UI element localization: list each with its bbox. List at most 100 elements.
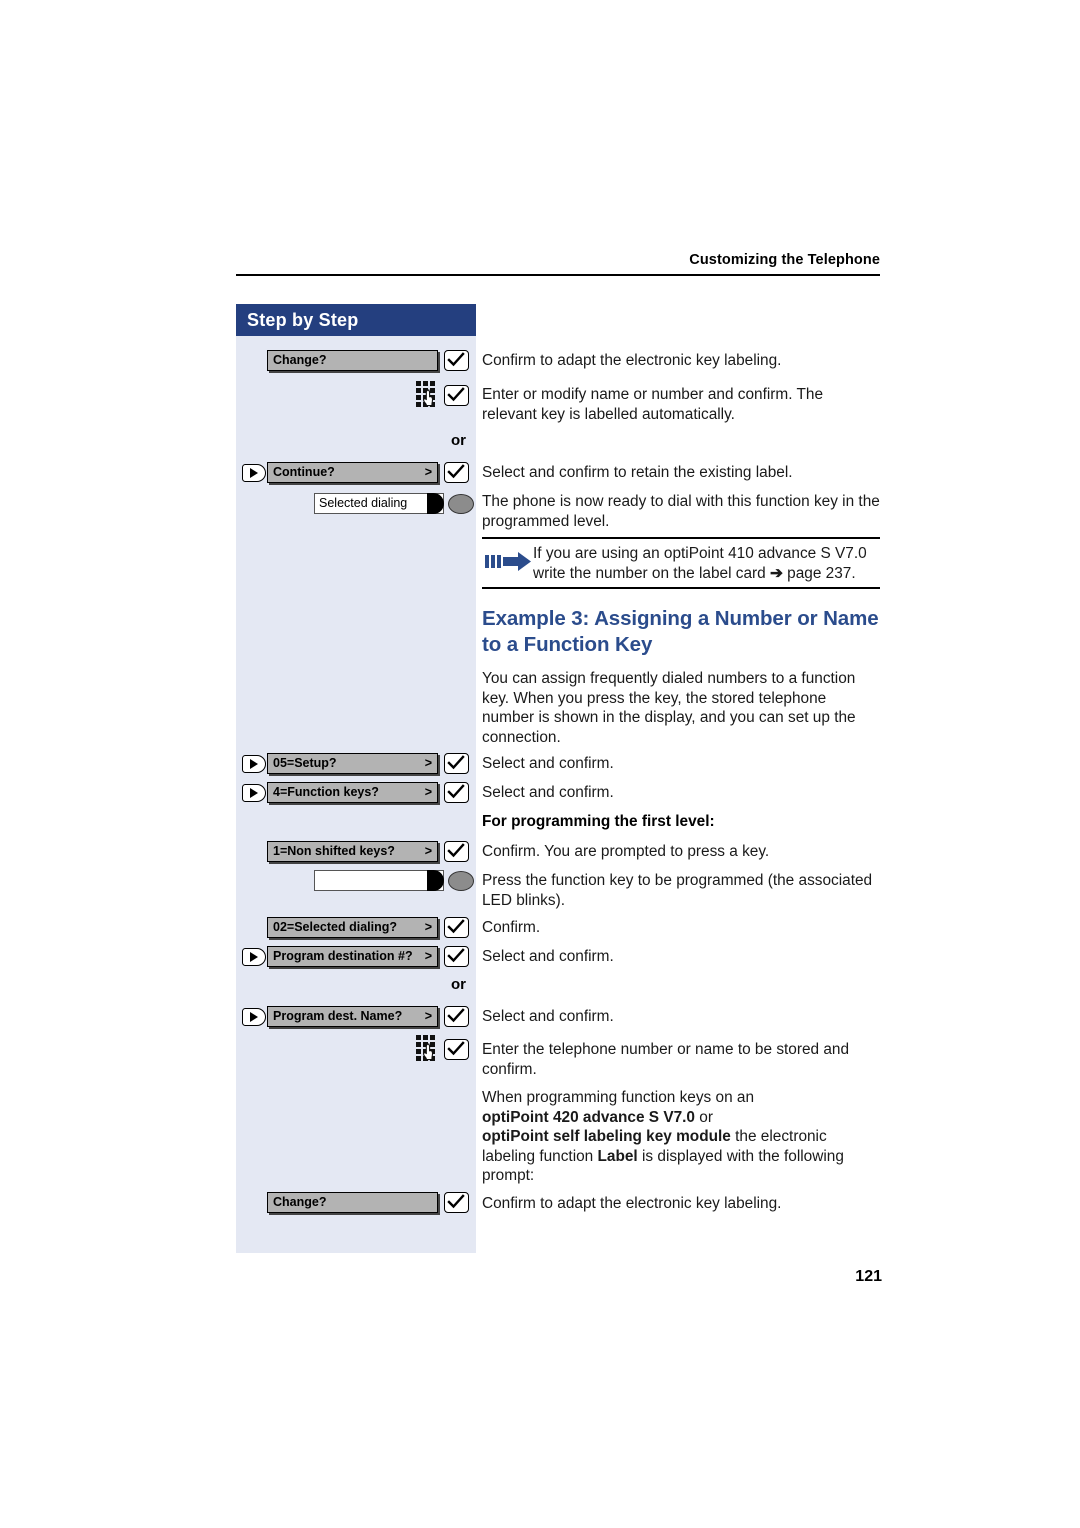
- note-line-1: If you are using an optiPoint 410 advanc…: [533, 545, 867, 562]
- confirm-key-icon[interactable]: [444, 946, 469, 967]
- device-name-self-labeling-module: optiPoint self labeling key module: [482, 1128, 731, 1145]
- sidebar-row-program-destination-name: Program dest. Name? >: [236, 1006, 476, 1028]
- navigation-key-icon[interactable]: [242, 1008, 266, 1026]
- sidebar-row-selected-dialing-key: Selected dialing: [236, 493, 476, 515]
- navigation-key-icon[interactable]: [242, 948, 266, 966]
- text-confirm-adapt-2: Confirm to adapt the electronic key labe…: [482, 1195, 782, 1212]
- arrow-right-icon: ➔: [769, 564, 783, 582]
- text-press-function-key: Press the function key to be programmed …: [482, 872, 873, 909]
- led-indicator: [448, 871, 474, 891]
- menu-option-setup[interactable]: 05=Setup? >: [267, 753, 438, 774]
- menu-option-non-shifted-keys[interactable]: 1=Non shifted keys? >: [267, 841, 438, 862]
- text-ready-to-dial: The phone is now ready to dial with this…: [482, 493, 880, 530]
- sidebar-row-continue: Continue? >: [236, 462, 476, 484]
- sidebar-row-program-destination-number: Program destination #? >: [236, 946, 476, 968]
- menu-option-label: 05=Setup?: [273, 756, 337, 770]
- when-programming-line-1: When programming function keys on an: [482, 1089, 755, 1106]
- when-programming-or: or: [694, 1108, 713, 1126]
- confirm-key-icon[interactable]: [444, 1192, 469, 1213]
- confirm-key-icon[interactable]: [444, 753, 469, 774]
- step-by-step-sidebar: Step by Step Change? or Continue? > Sele…: [236, 304, 476, 1253]
- header-divider: [236, 274, 880, 276]
- text-when-programming: When programming function keys on an opt…: [482, 1088, 882, 1186]
- menu-option-label: 1=Non shifted keys?: [273, 844, 395, 858]
- menu-option-label: Continue?: [273, 465, 335, 479]
- menu-option-label: Change?: [273, 353, 327, 367]
- sidebar-row-blank-key: [236, 870, 476, 892]
- text-select-confirm-4: Select and confirm.: [482, 1008, 614, 1025]
- navigation-key-icon[interactable]: [242, 464, 266, 482]
- sidebar-row-change-2: Change?: [236, 1192, 476, 1214]
- triangle-right-icon: [250, 788, 258, 798]
- note-divider-top: [482, 537, 880, 539]
- keypad-icon[interactable]: [416, 381, 438, 407]
- note-text-block: If you are using an optiPoint 410 advanc…: [533, 544, 883, 583]
- confirm-key-icon[interactable]: [444, 1006, 469, 1027]
- menu-option-function-keys[interactable]: 4=Function keys? >: [267, 782, 438, 803]
- confirm-key-icon[interactable]: [444, 841, 469, 862]
- menu-option-continue[interactable]: Continue? >: [267, 462, 438, 483]
- navigation-key-icon[interactable]: [242, 755, 266, 773]
- sidebar-row-keypad-1: [236, 381, 476, 407]
- menu-option-arrow: >: [424, 465, 432, 479]
- sidebar-row-change-1: Change?: [236, 350, 476, 372]
- triangle-right-icon: [250, 952, 258, 962]
- menu-option-arrow: >: [424, 1009, 432, 1023]
- menu-option-program-destination-number[interactable]: Program destination #? >: [267, 946, 438, 967]
- function-key-selected-dialing[interactable]: Selected dialing: [314, 493, 444, 514]
- menu-option-arrow: >: [424, 785, 432, 799]
- sidebar-or-label-2: or: [451, 976, 466, 993]
- menu-option-label: 4=Function keys?: [273, 785, 379, 799]
- menu-option-arrow: >: [424, 920, 432, 934]
- sidebar-row-keypad-2: [236, 1035, 476, 1061]
- triangle-right-icon: [250, 759, 258, 769]
- menu-option-label: Program destination #?: [273, 949, 413, 963]
- device-name-optipoint-420: optiPoint 420 advance S V7.0: [482, 1108, 695, 1126]
- text-select-confirm-3: Select and confirm.: [482, 948, 614, 965]
- running-header-title: Customizing the Telephone: [689, 252, 880, 268]
- text-select-confirm-2: Select and confirm.: [482, 784, 614, 801]
- note-divider-bottom: [482, 587, 880, 589]
- note-arrow-icon: [485, 551, 533, 573]
- menu-option-selected-dialing[interactable]: 02=Selected dialing? >: [267, 917, 438, 938]
- text-select-confirm-1: Select and confirm.: [482, 755, 614, 772]
- page-number: 121: [855, 1268, 882, 1285]
- confirm-key-icon[interactable]: [444, 917, 469, 938]
- menu-option-label: Change?: [273, 1195, 327, 1209]
- sidebar-row-setup: 05=Setup? >: [236, 753, 476, 775]
- menu-option-arrow: >: [424, 844, 432, 858]
- note-line-2-suffix: page 237.: [782, 564, 856, 582]
- navigation-key-icon[interactable]: [242, 784, 266, 802]
- text-enter-number: Enter the telephone number or name to be…: [482, 1041, 850, 1078]
- menu-option-label: Program dest. Name?: [273, 1009, 403, 1023]
- confirm-key-icon[interactable]: [444, 350, 469, 371]
- text-confirm: Confirm.: [482, 919, 541, 936]
- menu-option-change-2[interactable]: Change?: [267, 1192, 438, 1213]
- sidebar-or-label-1: or: [451, 432, 466, 449]
- keypad-icon[interactable]: [416, 1035, 438, 1061]
- led-indicator: [448, 494, 474, 514]
- subheading-first-level: For programming the first level:: [482, 813, 715, 830]
- text-enter-modify: Enter or modify name or number and confi…: [482, 386, 824, 423]
- menu-option-label: 02=Selected dialing?: [273, 920, 398, 934]
- text-select-retain: Select and confirm to retain the existin…: [482, 464, 793, 481]
- sidebar-title: Step by Step: [236, 304, 476, 336]
- triangle-right-icon: [250, 468, 258, 478]
- sidebar-row-non-shifted-keys: 1=Non shifted keys? >: [236, 841, 476, 863]
- confirm-key-icon[interactable]: [444, 782, 469, 803]
- menu-option-program-destination-name[interactable]: Program dest. Name? >: [267, 1006, 438, 1027]
- function-key-blank[interactable]: [314, 870, 444, 891]
- function-key-label: Selected dialing: [319, 496, 408, 510]
- page-heading-example-3: Example 3: Assigning a Number or Name to…: [482, 607, 879, 656]
- sidebar-row-function-keys: 4=Function keys? >: [236, 782, 476, 804]
- confirm-key-icon[interactable]: [444, 462, 469, 483]
- document-page: Customizing the Telephone Step by Step C…: [0, 0, 1080, 1528]
- menu-option-arrow: >: [424, 756, 432, 770]
- confirm-key-icon[interactable]: [444, 385, 469, 406]
- menu-option-change-1[interactable]: Change?: [267, 350, 438, 371]
- text-confirm-prompted: Confirm. You are prompted to press a key…: [482, 843, 770, 860]
- confirm-key-icon[interactable]: [444, 1039, 469, 1060]
- sidebar-row-selected-dialing-option: 02=Selected dialing? >: [236, 917, 476, 939]
- triangle-right-icon: [250, 1012, 258, 1022]
- function-name-label: Label: [597, 1147, 638, 1165]
